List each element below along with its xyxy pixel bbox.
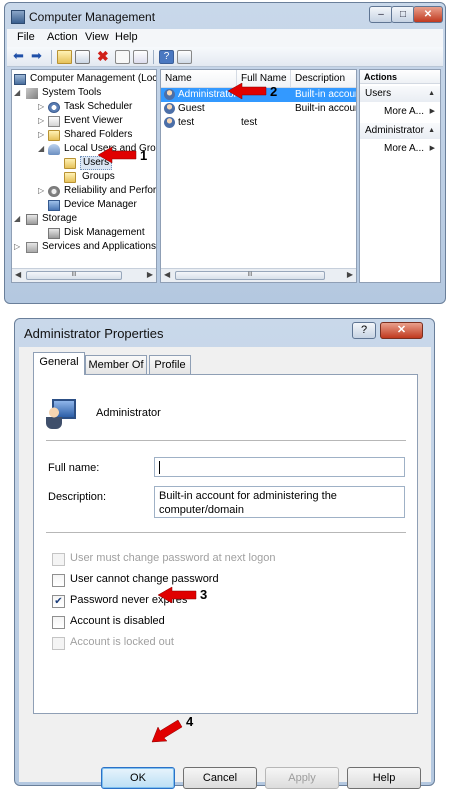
callout-overlay xyxy=(97,82,267,743)
callout-arrow-1 xyxy=(97,146,137,164)
callout-number-3: 3 xyxy=(200,587,208,602)
callout-number-2: 2 xyxy=(270,84,278,99)
callout-number-4: 4 xyxy=(186,714,194,729)
callout-arrow-4 xyxy=(151,719,183,743)
callout-arrow-3 xyxy=(157,586,197,604)
callout-arrow-2 xyxy=(227,82,267,100)
callout-number-1: 1 xyxy=(140,148,148,163)
